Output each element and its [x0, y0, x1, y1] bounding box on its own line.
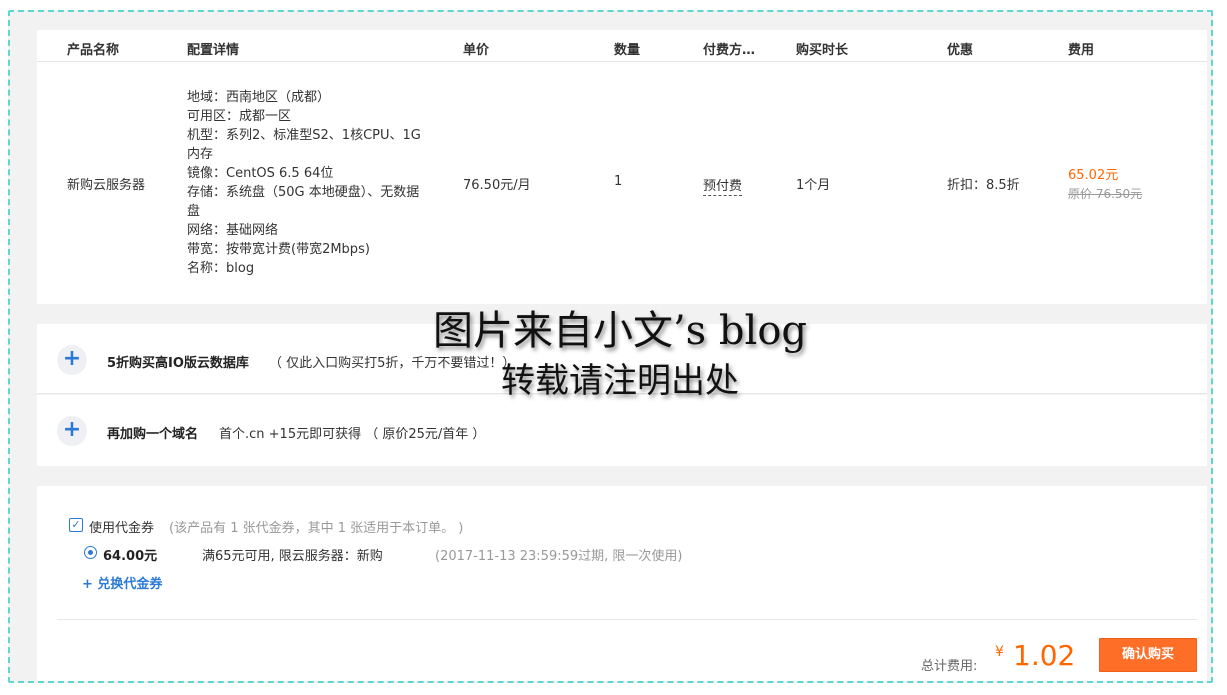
- screenshot-frame: 产品名称 配置详情 单价 数量 付费方… 购买时长 优惠 费用 新购云服务器 地…: [8, 10, 1213, 683]
- order-page: 产品名称 配置详情 单价 数量 付费方… 购买时长 优惠 费用 新购云服务器 地…: [37, 30, 1207, 681]
- total-amount: 1.02: [1013, 639, 1076, 672]
- config-details: 地域：西南地区（成都） 可用区：成都一区 机型：系列2、标准型S2、1核CPU、…: [187, 88, 452, 278]
- config-line: 内存: [187, 147, 214, 162]
- config-line: 名称：blog: [187, 261, 255, 276]
- voucher-note: (该产品有 1 张代金券，其中 1 张适用于本订单。 ): [169, 521, 464, 536]
- header-quantity: 数量: [614, 43, 641, 58]
- addon-domain-desc: 首个.cn +15元即可获得 （ 原价25元/首年 ）: [219, 427, 486, 442]
- config-line: 盘: [187, 204, 201, 219]
- product-name: 新购云服务器: [67, 178, 146, 193]
- config-line: 机型：系列2、标准型S2、1核CPU、1G: [187, 128, 421, 143]
- order-table: 产品名称 配置详情 单价 数量 付费方… 购买时长 优惠 费用 新购云服务器 地…: [37, 30, 1207, 304]
- config-line: 网络：基础网络: [187, 223, 279, 238]
- voucher-amount: 64.00元: [103, 549, 158, 564]
- addon-database-desc: （ 仅此入口购买打5折，千万不要错过！）: [269, 356, 516, 371]
- fee-current: 65.02元: [1068, 168, 1119, 183]
- use-voucher-label[interactable]: 使用代金券: [89, 517, 154, 536]
- addon-database: + 5折购买高IO版云数据库 （ 仅此入口购买打5折，千万不要错过！）: [37, 324, 1207, 394]
- voucher-radio[interactable]: [84, 546, 97, 559]
- discount-value: 折扣：8.5折: [947, 178, 1020, 193]
- table-header: 产品名称 配置详情 单价 数量 付费方… 购买时长 优惠 费用: [37, 30, 1207, 62]
- check-icon: ✓: [71, 518, 81, 531]
- exchange-voucher-link[interactable]: + 兑换代金券: [82, 573, 162, 592]
- currency-symbol: ¥: [995, 644, 1004, 660]
- fee-original: 原价 76.50元: [1068, 187, 1143, 201]
- unit-price: 76.50元/月: [463, 178, 531, 193]
- plus-icon: +: [62, 346, 82, 371]
- addon-domain: + 再加购一个域名 首个.cn +15元即可获得 （ 原价25元/首年 ）: [37, 395, 1207, 466]
- pay-type-link[interactable]: 预付费: [703, 175, 743, 196]
- config-line: 带宽：按带宽计费(带宽2Mbps): [187, 242, 370, 257]
- confirm-purchase-button[interactable]: 确认购买: [1099, 638, 1197, 672]
- header-config: 配置详情: [187, 43, 240, 58]
- addon-database-title: 5折购买高IO版云数据库: [107, 356, 249, 371]
- voucher-expire: (2017-11-13 23:59:59过期, 限一次使用): [435, 549, 683, 564]
- header-discount: 优惠: [947, 43, 974, 58]
- header-fee: 费用: [1068, 43, 1095, 58]
- config-line: 地域：西南地区（成都）: [187, 90, 331, 105]
- header-pay-type: 付费方…: [703, 43, 756, 58]
- quantity-value: 1: [614, 174, 623, 189]
- header-duration: 购买时长: [796, 43, 849, 58]
- addon-domain-title: 再加购一个域名: [107, 427, 199, 442]
- header-product: 产品名称: [67, 43, 120, 58]
- duration-value: 1个月: [796, 178, 831, 193]
- voucher-rule: 满65元可用, 限云服务器：新购: [202, 549, 383, 564]
- plus-icon: +: [62, 417, 82, 442]
- divider: [57, 619, 1197, 620]
- use-voucher-checkbox[interactable]: ✓: [69, 518, 83, 532]
- voucher-section: ✓ 使用代金券 (该产品有 1 张代金券，其中 1 张适用于本订单。 ) 64.…: [37, 486, 1207, 681]
- add-domain-button[interactable]: +: [57, 416, 87, 446]
- config-line: 存储：系统盘（50G 本地硬盘）、无数据: [187, 185, 420, 200]
- add-database-button[interactable]: +: [57, 345, 87, 375]
- total-label: 总计费用:: [921, 659, 978, 674]
- config-line: 镜像：CentOS 6.5 64位: [187, 166, 334, 181]
- config-line: 可用区：成都一区: [187, 109, 292, 124]
- header-unit-price: 单价: [463, 43, 490, 58]
